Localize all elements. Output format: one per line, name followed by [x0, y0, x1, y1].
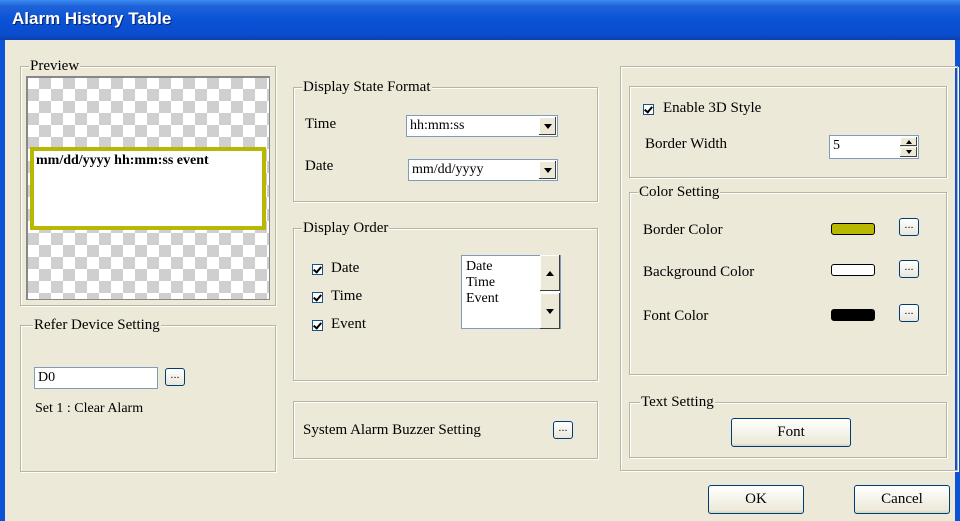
move-up-icon[interactable]: [540, 255, 560, 291]
event-checkbox[interactable]: [312, 320, 323, 331]
font-color-button[interactable]: ...: [899, 304, 919, 322]
background-color-label: Background Color: [643, 264, 755, 280]
spin-down-icon[interactable]: [900, 147, 917, 157]
title-bar[interactable]: Alarm History Table: [0, 0, 960, 40]
border-width-spinner[interactable]: [900, 137, 917, 157]
color-setting-legend: Color Setting: [638, 183, 721, 201]
background-color-button[interactable]: ...: [899, 260, 919, 278]
time-format-select[interactable]: hh:mm:ss: [406, 115, 558, 137]
date-format-value: mm/dd/yyyy: [412, 162, 484, 177]
background-color-swatch: [831, 264, 875, 276]
time-checkbox-label: Time: [331, 288, 363, 304]
time-format-value: hh:mm:ss: [410, 118, 465, 133]
spin-up-icon[interactable]: [900, 137, 917, 146]
preview-alarm-table: mm/dd/yyyy hh:mm:ss event: [30, 147, 266, 230]
refer-device-group: Refer Device Setting: [20, 316, 276, 472]
clear-alarm-note: Set 1 : Clear Alarm: [35, 401, 144, 416]
window-title: Alarm History Table: [12, 9, 172, 28]
time-format-label: Time: [305, 116, 337, 132]
refer-device-legend: Refer Device Setting: [33, 316, 161, 334]
date-format-label: Date: [305, 158, 334, 174]
order-move-buttons: [540, 255, 560, 329]
enable-3d-label: Enable 3D Style: [663, 100, 762, 116]
border-color-label: Border Color: [643, 222, 723, 238]
device-browse-button[interactable]: ...: [165, 368, 185, 386]
border-color-button[interactable]: ...: [899, 218, 919, 236]
display-state-format-group: Display State Format: [293, 78, 598, 202]
move-down-icon[interactable]: [540, 293, 560, 329]
preview-legend: Preview: [29, 57, 81, 75]
font-color-swatch: [831, 309, 875, 321]
time-checkbox[interactable]: [312, 292, 323, 303]
border-width-input[interactable]: 5: [829, 135, 919, 159]
device-address-input[interactable]: D0: [34, 367, 158, 389]
display-order-legend: Display Order: [302, 219, 390, 237]
date-checkbox[interactable]: [312, 264, 323, 275]
enable-3d-checkbox[interactable]: [643, 104, 654, 115]
cancel-button[interactable]: Cancel: [854, 485, 950, 514]
date-checkbox-label: Date: [331, 260, 360, 276]
buzzer-browse-button[interactable]: ...: [553, 421, 573, 439]
border-width-value: 5: [833, 138, 840, 153]
display-state-format-legend: Display State Format: [302, 78, 432, 96]
font-button[interactable]: Font: [731, 418, 851, 447]
date-format-select[interactable]: mm/dd/yyyy: [408, 159, 558, 181]
date-format-dropdown-icon[interactable]: [538, 161, 556, 179]
text-setting-legend: Text Setting: [640, 393, 715, 411]
event-checkbox-label: Event: [331, 316, 366, 332]
preview-sample-text: mm/dd/yyyy hh:mm:ss event: [36, 153, 209, 168]
font-color-label: Font Color: [643, 308, 709, 324]
buzzer-label: System Alarm Buzzer Setting: [303, 422, 481, 438]
time-format-dropdown-icon[interactable]: [538, 117, 556, 135]
ok-button[interactable]: OK: [708, 485, 804, 514]
border-width-label: Border Width: [645, 136, 728, 152]
border-color-swatch: [831, 223, 875, 235]
